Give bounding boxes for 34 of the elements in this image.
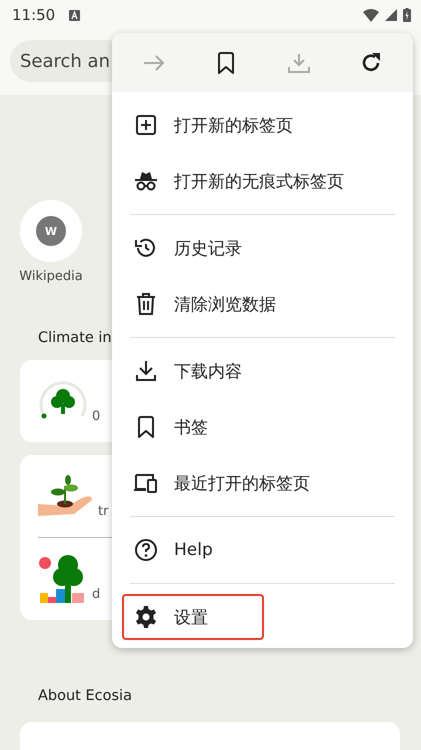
notification-icon: [69, 10, 80, 20]
bookmark-icon: [217, 52, 236, 74]
wifi-icon: [363, 8, 379, 22]
forward-arrow-icon: [143, 54, 166, 70]
shortcut-label: Wikipedia: [19, 269, 83, 284]
devices-icon: [134, 471, 158, 495]
status-time: 11:50: [12, 6, 56, 24]
battery-icon: [403, 8, 411, 22]
menu-item[interactable]: Help: [122, 527, 227, 573]
download-icon: [134, 359, 158, 383]
impact-caption: tr: [98, 504, 108, 518]
help-icon: [134, 538, 158, 562]
new-tab-icon: [134, 113, 158, 137]
menu-item[interactable]: 清除浏览数据: [122, 281, 290, 327]
history-icon: [134, 236, 158, 260]
impact-caption: d: [92, 586, 100, 602]
menu-item[interactable]: 书签: [122, 404, 222, 450]
menu-item[interactable]: 历史记录: [122, 225, 256, 271]
section-title: Climate in: [38, 330, 113, 346]
settings-icon: [134, 605, 158, 629]
menu-item[interactable]: 下载内容: [122, 348, 256, 394]
menu-item[interactable]: 打开新的无痕式标签页: [122, 158, 358, 204]
signal-icon: [385, 9, 397, 21]
incognito-icon: [134, 169, 158, 193]
download-icon: [288, 52, 310, 72]
reload-icon: [360, 52, 382, 74]
section-title: About Ecosia: [38, 688, 133, 704]
shortcut-tile[interactable]: W: [20, 200, 82, 262]
hand-plant-drawing: [38, 474, 94, 518]
trash-icon: [134, 292, 158, 316]
menu-item[interactable]: 设置: [122, 594, 264, 640]
menu-item[interactable]: 打开新的标签页: [122, 102, 307, 148]
impact-caption: 0: [92, 408, 100, 424]
menu-item[interactable]: 最近打开的标签页: [122, 460, 324, 506]
